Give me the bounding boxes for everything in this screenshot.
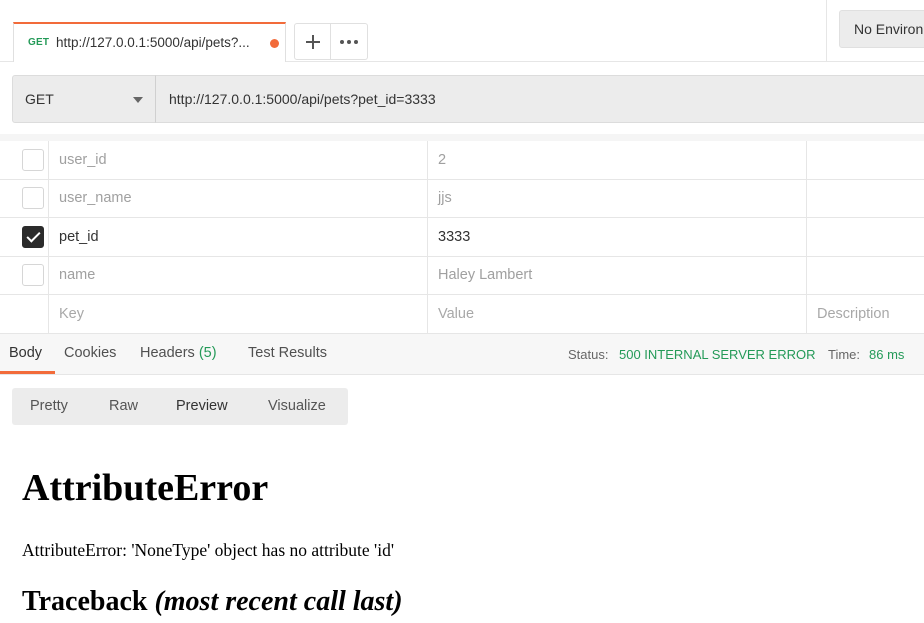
request-url-bar: GET <box>0 62 924 134</box>
error-message: AttributeError: 'NoneType' object has no… <box>22 540 394 560</box>
traceback-heading-note: (most recent call last) <box>154 586 403 617</box>
param-key-cell[interactable]: user_id <box>49 141 428 179</box>
request-tab-bar: GET http://127.0.0.1:5000/api/pets?... N… <box>0 0 924 62</box>
environment-selector[interactable]: No Environment <box>839 10 924 48</box>
param-value-cell[interactable]: Haley Lambert <box>428 256 807 294</box>
environment-selector-label: No Environment <box>854 21 924 37</box>
view-mode-preview[interactable]: Preview <box>176 398 228 414</box>
http-method-select[interactable]: GET <box>12 75 156 123</box>
param-row-name: name Haley Lambert <box>0 256 924 295</box>
active-tab-indicator <box>0 371 55 374</box>
param-row-user-id: user_id 2 <box>0 141 924 180</box>
toolbar-divider <box>826 0 827 62</box>
request-tab[interactable]: GET http://127.0.0.1:5000/api/pets?... <box>13 22 286 62</box>
tab-method-label: GET <box>28 37 50 48</box>
http-method-label: GET <box>25 91 54 107</box>
response-view-mode-group: Pretty Raw Preview Visualize <box>12 388 348 425</box>
new-param-key-input[interactable]: Key <box>49 295 428 333</box>
param-value-cell[interactable]: jjs <box>428 179 807 217</box>
param-key-cell[interactable]: user_name <box>49 179 428 217</box>
param-enable-checkbox[interactable] <box>22 187 44 210</box>
request-subtabs-strip <box>0 134 924 141</box>
view-mode-pretty[interactable]: Pretty <box>30 398 68 414</box>
new-param-value-input[interactable]: Value <box>428 295 807 333</box>
param-row-new: Key Value Description <box>0 295 924 334</box>
time-label: Time: <box>828 347 861 362</box>
view-mode-raw[interactable]: Raw <box>109 398 138 414</box>
param-description-cell[interactable] <box>807 218 924 256</box>
param-description-cell[interactable] <box>807 141 924 179</box>
unsaved-changes-dot-icon <box>270 39 279 48</box>
tab-url-label: http://127.0.0.1:5000/api/pets?... <box>56 35 250 50</box>
param-enable-checkbox[interactable] <box>22 225 44 248</box>
param-key-cell[interactable]: pet_id <box>49 218 428 256</box>
request-url-input[interactable] <box>155 75 924 123</box>
param-row-user-name: user_name jjs <box>0 179 924 218</box>
plus-icon <box>305 34 320 49</box>
response-time[interactable]: 86 ms <box>869 347 904 362</box>
response-preview: AttributeError AttributeError: 'NoneType… <box>0 440 924 623</box>
error-title: AttributeError <box>22 467 269 509</box>
headers-count-badge: (5) <box>198 345 217 361</box>
tab-test-results[interactable]: Test Results <box>248 345 327 361</box>
param-value-cell[interactable]: 3333 <box>428 218 807 256</box>
traceback-heading: Traceback (most recent call last) <box>22 586 403 618</box>
tab-body[interactable]: Body <box>9 345 42 361</box>
new-param-description-input[interactable]: Description <box>807 295 924 333</box>
response-tabs: Body Cookies Headers (5) Test Results St… <box>0 334 924 375</box>
ellipsis-icon <box>340 39 358 44</box>
param-description-cell[interactable] <box>807 180 924 218</box>
status-code[interactable]: 500 INTERNAL SERVER ERROR <box>619 347 816 362</box>
chevron-down-icon <box>133 97 143 103</box>
traceback-heading-text: Traceback <box>22 586 148 617</box>
new-tab-button[interactable] <box>294 23 331 60</box>
query-params-table: user_id 2 user_name jjs pet_id 3333 name… <box>0 141 924 334</box>
status-label: Status: <box>568 347 609 362</box>
param-enable-checkbox[interactable] <box>22 148 44 171</box>
param-key-cell[interactable]: name <box>49 256 428 294</box>
param-description-cell[interactable] <box>807 257 924 295</box>
view-mode-visualize[interactable]: Visualize <box>268 398 326 414</box>
param-value-cell[interactable]: 2 <box>428 141 807 179</box>
tab-options-button[interactable] <box>331 23 368 60</box>
param-enable-checkbox[interactable] <box>22 264 44 287</box>
tab-cookies[interactable]: Cookies <box>64 345 116 361</box>
tab-headers[interactable]: Headers (5) <box>140 345 217 361</box>
param-row-pet-id: pet_id 3333 <box>0 218 924 257</box>
tab-headers-label: Headers <box>140 345 195 361</box>
